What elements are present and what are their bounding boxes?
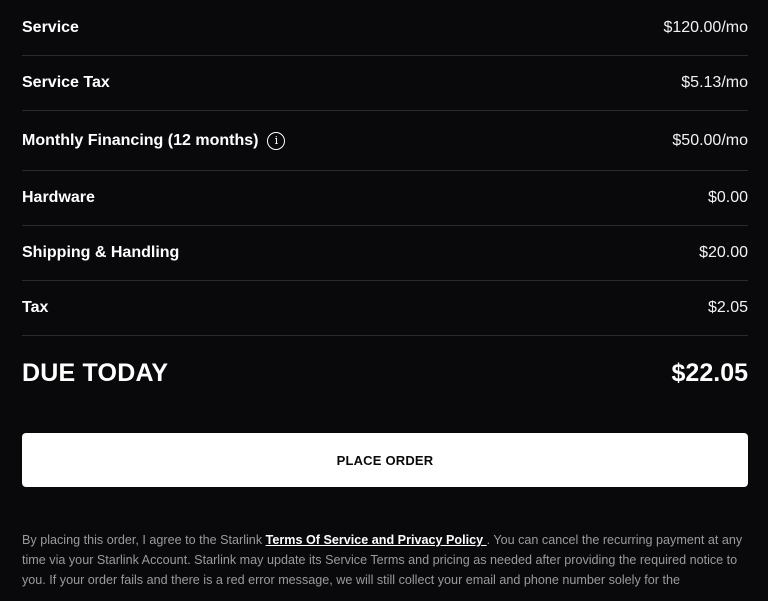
- summary-row-tax: Tax $2.05: [22, 281, 748, 336]
- row-label: Tax: [22, 299, 49, 316]
- row-value: $120.00/mo: [663, 18, 748, 36]
- summary-row-shipping: Shipping & Handling $20.00: [22, 226, 748, 281]
- due-today-row: DUE TODAY $22.05: [22, 336, 748, 411]
- row-label: Shipping & Handling: [22, 244, 180, 261]
- summary-row-monthly-financing: Monthly Financing (12 months) i $50.00/m…: [22, 111, 748, 171]
- row-label: Hardware: [22, 189, 95, 206]
- due-today-label: DUE TODAY: [22, 359, 169, 387]
- summary-row-service-tax: Service Tax $5.13/mo: [22, 56, 748, 111]
- row-value: $2.05: [707, 299, 748, 316]
- summary-row-hardware: Hardware $0.00: [22, 171, 748, 226]
- due-today-value: $22.05: [671, 359, 748, 387]
- row-label: Monthly Financing (12 months): [22, 131, 259, 149]
- legal-text-prefix: By placing this order, I agree to the St…: [22, 533, 266, 547]
- order-summary: Service $120.00/mo Service Tax $5.13/mo …: [22, 0, 748, 411]
- terms-privacy-link[interactable]: Terms Of Service and Privacy Policy: [266, 533, 487, 547]
- row-value: $5.13/mo: [681, 74, 748, 91]
- summary-row-service: Service $120.00/mo: [22, 0, 748, 56]
- row-label: Service Tax: [22, 74, 110, 91]
- row-label-group: Monthly Financing (12 months) i: [22, 131, 286, 150]
- row-value: $0.00: [707, 189, 748, 206]
- row-label: Service: [22, 18, 79, 36]
- row-value: $20.00: [699, 244, 748, 261]
- legal-disclaimer: By placing this order, I agree to the St…: [22, 530, 748, 590]
- place-order-button[interactable]: PLACE ORDER: [22, 433, 748, 487]
- info-icon[interactable]: i: [267, 131, 286, 150]
- row-value: $50.00/mo: [672, 131, 748, 149]
